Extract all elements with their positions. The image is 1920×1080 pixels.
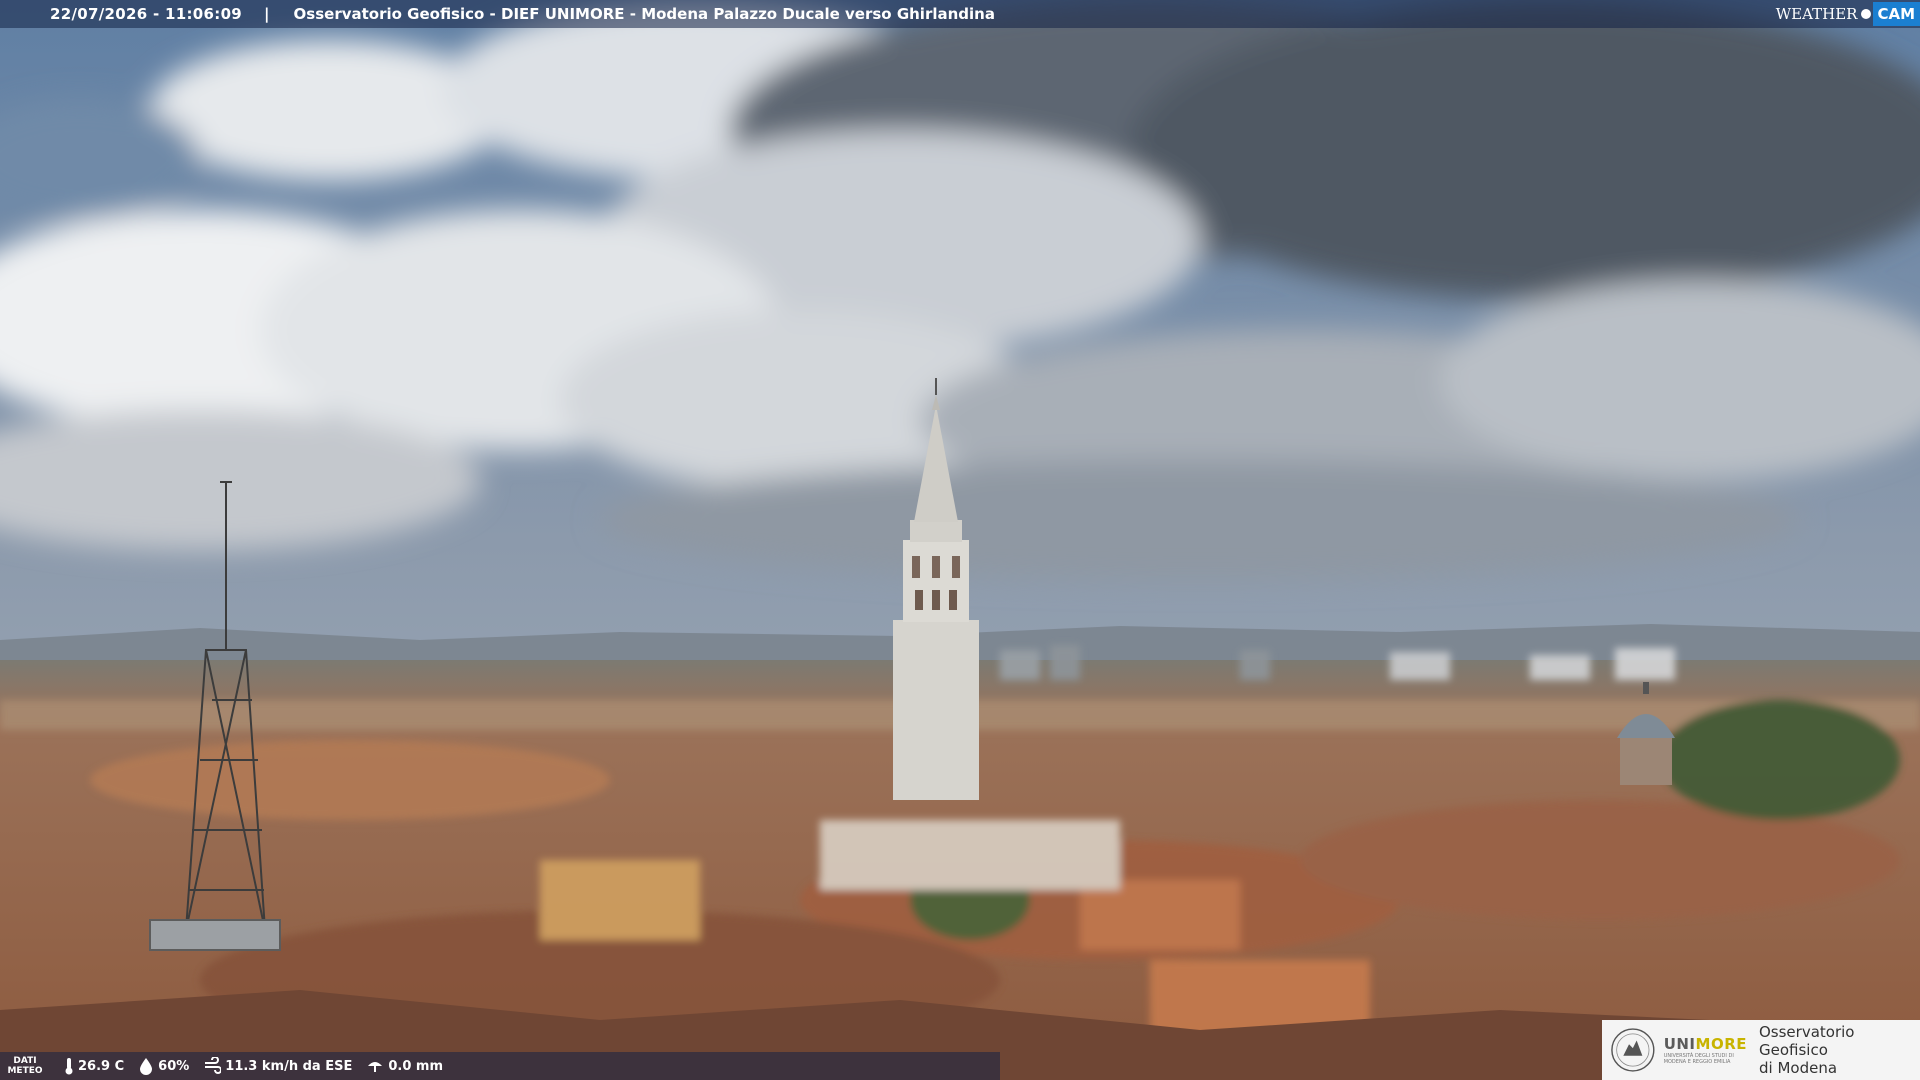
university-seal-icon — [1611, 1028, 1655, 1072]
camera-title: Osservatorio Geofisico - DIEF UNIMORE - … — [293, 5, 995, 23]
temperature-value: 26.9 C — [78, 1058, 125, 1074]
temperature-reading: 26.9 C — [64, 1057, 124, 1075]
logo-dot-icon — [1861, 9, 1872, 19]
wind-value: 11.3 km/h da ESE — [225, 1058, 353, 1074]
header-bar: 22/07/2026 - 11:06:09 | Osservatorio Geo… — [0, 0, 1920, 28]
rain-icon — [368, 1062, 383, 1072]
rain-reading: 0.0 mm — [366, 1057, 443, 1075]
unimore-logo: UNIMORE UNIVERSITÀ DEGLI STUDI DI MODENA… — [1664, 1035, 1747, 1065]
humidity-drop-icon — [140, 1058, 153, 1075]
humidity-reading: 60% — [138, 1057, 189, 1075]
logo-cam-text: CAM — [1873, 2, 1920, 26]
timestamp: 22/07/2026 - 11:06:09 — [50, 5, 243, 23]
wind-reading: 11.3 km/h da ESE — [203, 1057, 352, 1075]
humidity-value: 60% — [158, 1058, 190, 1074]
unimore-subtitle: UNIVERSITÀ DEGLI STUDI DI MODENA E REGGI… — [1663, 1053, 1734, 1065]
meteo-bar: DATI METEO 26.9 C 60% 11.3 km/h da ESE 0… — [0, 1052, 1000, 1080]
logo-weather-text: WEATHER — [1775, 5, 1858, 23]
wind-icon — [205, 1057, 222, 1074]
thermometer-icon — [65, 1058, 73, 1075]
unimore-name-b: MORE — [1695, 1035, 1747, 1053]
webcam-image — [0, 0, 1920, 1080]
rain-value: 0.0 mm — [388, 1058, 443, 1074]
weathercam-logo: WEATHER CAM — [1776, 0, 1920, 28]
unimore-name-a: UNI — [1663, 1035, 1696, 1053]
header-separator: | — [264, 5, 270, 23]
clouds — [0, 0, 1920, 580]
observatory-name: Osservatorio Geofisico di Modena — [1759, 1023, 1855, 1077]
meteo-label: DATI METEO — [7, 1056, 43, 1076]
unimore-branding: UNIMORE UNIVERSITÀ DEGLI STUDI DI MODENA… — [1602, 1020, 1920, 1080]
